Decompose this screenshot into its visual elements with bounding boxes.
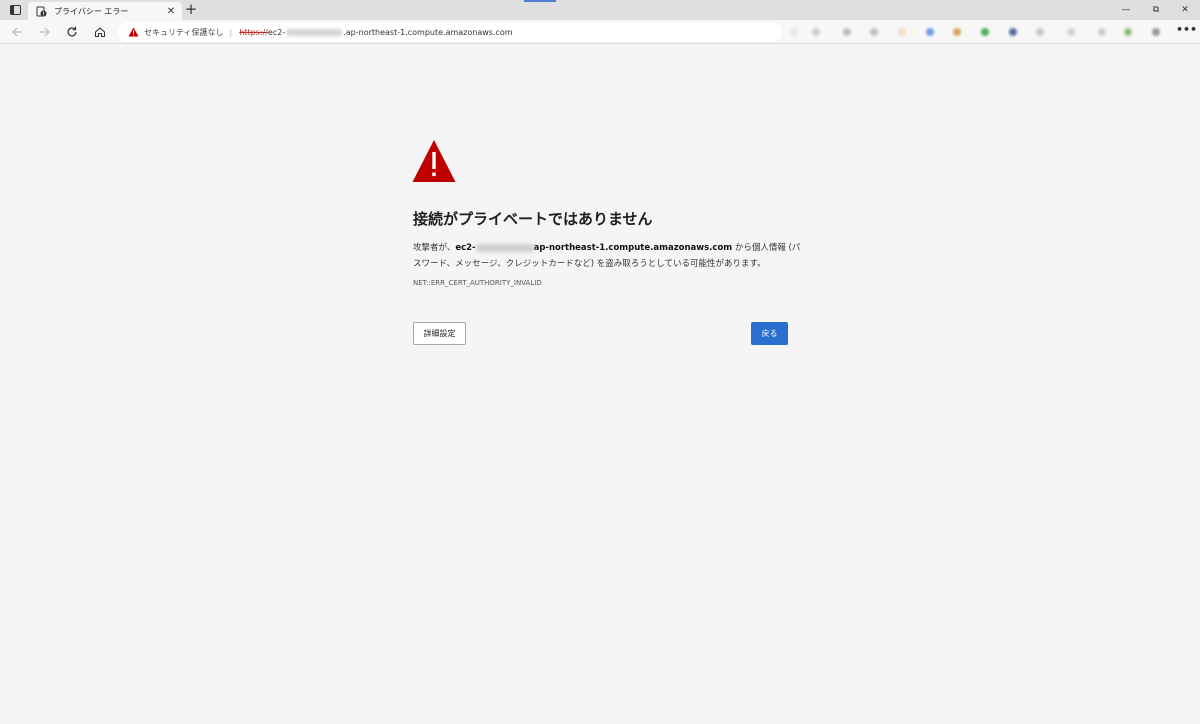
tab-title: プライバシー エラー (54, 6, 129, 16)
extension-icon[interactable] (790, 28, 798, 36)
error-description: 攻撃者が、ec2- ap-northeast-1.compute.amazonaw… (413, 240, 803, 272)
maximize-button[interactable]: ⧉ (1141, 1, 1171, 19)
tab-strip: プライバシー エラー ✕ + — ⧉ ✕ (0, 0, 1200, 20)
back-arrow-icon (12, 27, 22, 37)
url-host-prefix: ec2- (267, 27, 286, 37)
extension-icon[interactable] (812, 28, 820, 36)
new-tab-button[interactable]: + (184, 2, 198, 18)
url-protocol: https:// (239, 27, 268, 37)
refresh-icon (67, 26, 77, 37)
extension-icon[interactable] (1098, 28, 1106, 36)
description-prefix: 攻撃者が、 (413, 243, 456, 253)
security-status-label[interactable]: セキュリティ保護なし (144, 27, 224, 38)
back-button[interactable] (8, 23, 26, 41)
warning-icon (412, 140, 456, 182)
home-icon (94, 27, 106, 38)
home-button[interactable] (91, 23, 109, 41)
title-bar-accent (524, 0, 556, 2)
description-host-suffix: ap-northeast-1.compute.amazonaws.com (533, 243, 733, 253)
extension-icon[interactable] (1067, 28, 1075, 36)
profile-avatar[interactable] (1152, 28, 1160, 36)
window-close-button[interactable]: ✕ (1170, 1, 1200, 19)
address-bar[interactable]: セキュリティ保護なし | https:// ec2- .ap-northeast… (118, 22, 782, 42)
error-code[interactable]: NET::ERR_CERT_AUTHORITY_INVALID (413, 279, 542, 287)
description-host-prefix: ec2- (455, 243, 476, 253)
tab-actions-button[interactable] (4, 2, 26, 18)
page-title: 接続がプライベートではありません (413, 210, 653, 228)
warning-page-icon (35, 5, 47, 17)
extension-icon[interactable] (981, 28, 989, 36)
extension-icon[interactable] (953, 28, 961, 36)
forward-button[interactable] (36, 23, 54, 41)
minimize-button[interactable]: — (1111, 1, 1141, 19)
advanced-button[interactable]: 詳細設定 (413, 322, 466, 345)
tab-actions-icon (9, 5, 21, 15)
extension-icon[interactable] (898, 28, 906, 36)
tab-privacy-error[interactable]: プライバシー エラー ✕ (28, 2, 182, 20)
extension-icon[interactable] (1009, 28, 1017, 36)
address-separator: | (229, 27, 233, 37)
url-host-suffix: .ap-northeast-1.compute.amazonaws.com (343, 27, 513, 37)
url-redacted (286, 28, 343, 36)
refresh-button[interactable] (63, 23, 81, 41)
warning-triangle-icon[interactable] (128, 27, 139, 37)
extension-icon[interactable] (1036, 28, 1044, 36)
more-options-button[interactable]: ••• (1176, 23, 1197, 41)
forward-arrow-icon (40, 27, 50, 37)
extension-icon[interactable] (870, 28, 878, 36)
back-to-safety-button[interactable]: 戻る (751, 322, 788, 345)
tab-close-icon[interactable]: ✕ (164, 4, 178, 18)
host-redacted (475, 243, 534, 252)
extension-icon[interactable] (843, 28, 851, 36)
extension-icon[interactable] (1124, 28, 1132, 36)
extension-icon[interactable] (926, 28, 934, 36)
browser-toolbar: セキュリティ保護なし | https:// ec2- .ap-northeast… (0, 20, 1200, 44)
